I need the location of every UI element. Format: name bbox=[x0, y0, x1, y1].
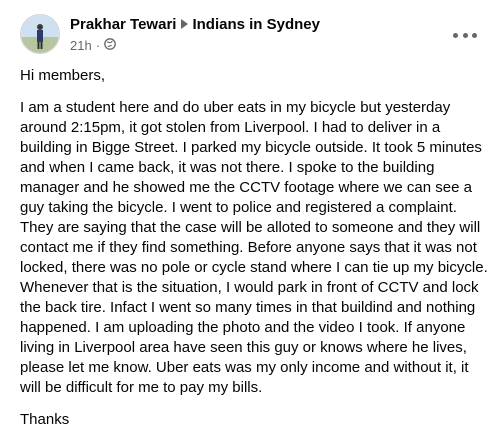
post-paragraph: I am a student here and do uber eats in … bbox=[20, 98, 495, 398]
author-avatar[interactable] bbox=[20, 14, 60, 54]
post-line: living in Liverpool area have seen this … bbox=[20, 339, 467, 356]
post-line: I am a student here and do uber eats in … bbox=[20, 99, 451, 116]
post-line: They are saying that the case will be al… bbox=[20, 219, 481, 236]
post-line: manager and he showed me the CCTV footag… bbox=[20, 179, 472, 196]
post-line: please let me know. Uber eats was my onl… bbox=[20, 359, 469, 376]
post-line: Whenever that is the situation, I would … bbox=[20, 279, 479, 296]
post-meta: 21h · bbox=[70, 38, 116, 54]
author-name[interactable]: Prakhar Tewari bbox=[70, 15, 176, 35]
post-line: happened. I am uploading the photo and t… bbox=[20, 319, 466, 336]
arrow-right-icon bbox=[181, 15, 189, 35]
post-line: guy taking the bicycle. I went to police… bbox=[20, 199, 457, 216]
meta-separator: · bbox=[95, 38, 101, 53]
post-closing: Thanks bbox=[20, 411, 70, 428]
post-header: Prakhar Tewari Indians in Sydney bbox=[70, 15, 320, 35]
avatar-photo bbox=[21, 15, 59, 53]
post-line: and when I came back, it was not there. … bbox=[20, 159, 435, 176]
post-line: around 2:15pm, it got stolen from Liverp… bbox=[20, 119, 441, 136]
post-line: the back tire. Infact I went so many tim… bbox=[20, 299, 476, 316]
globe-icon[interactable] bbox=[104, 38, 116, 54]
post-line: locked, there was no pole or cycle stand… bbox=[20, 259, 488, 276]
post-greeting: Hi members, bbox=[20, 67, 106, 84]
post-line: contact me if they find something. Befor… bbox=[20, 239, 477, 256]
post-body: Hi members, I am a student here and do u… bbox=[20, 66, 495, 430]
post-line: will be difficult for me to pay my bills… bbox=[20, 379, 263, 396]
group-name[interactable]: Indians in Sydney bbox=[192, 15, 320, 35]
post-line: building in Bigge Street. I parked my bi… bbox=[20, 139, 482, 156]
post-timestamp[interactable]: 21h bbox=[70, 38, 92, 54]
more-options-icon[interactable] bbox=[453, 28, 477, 42]
facebook-group-post: Prakhar Tewari Indians in Sydney 21h · H… bbox=[0, 0, 495, 428]
